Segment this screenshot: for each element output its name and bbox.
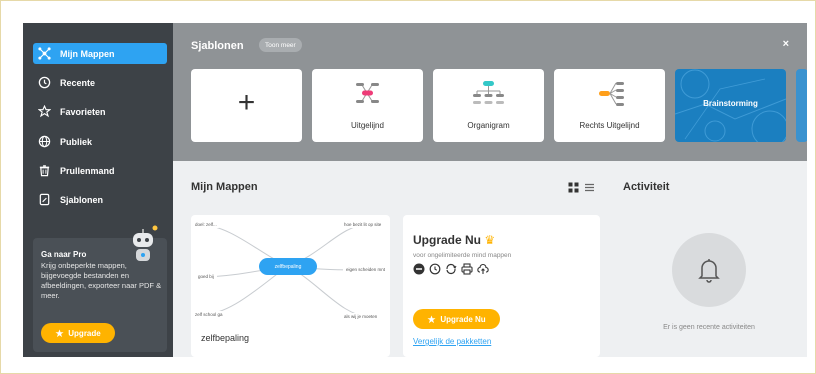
sidebar-item-recente[interactable]: Recente: [33, 72, 167, 93]
template-card-organigram[interactable]: Organigram: [433, 69, 544, 142]
my-maps-title: Mijn Mappen: [191, 181, 258, 193]
cloud-upload-icon: [477, 264, 489, 274]
compare-plans-link[interactable]: Vergelijk de pakketten: [413, 337, 491, 346]
star-icon: [427, 314, 436, 323]
upgrade-card: Upgrade Nu ♛ voor ongelimiteerde mind ma…: [403, 215, 600, 357]
map-node: doel: zelf...: [192, 221, 220, 228]
map-node: als wij je moeten: [341, 313, 381, 320]
template-card-label: Rechts Uitgelijnd: [579, 121, 640, 130]
sidebar-item-label: Sjablonen: [60, 194, 104, 205]
templates-title: Sjablonen: [191, 40, 244, 52]
sidebar-item-label: Favorieten: [60, 106, 106, 117]
template-card-label: Organigram: [467, 121, 510, 130]
map-node: eigen scheiden mnt: [343, 266, 389, 273]
activity-title: Activiteit: [623, 181, 670, 193]
bell-icon: [698, 259, 720, 283]
plus-icon: +: [237, 86, 256, 119]
template-card-brainstorming[interactable]: Brainstorming: [675, 69, 786, 142]
centered-map-icon: [356, 83, 379, 103]
sidebar-item-label: Publiek: [60, 136, 93, 147]
sidebar-item-sjablonen[interactable]: Sjablonen: [33, 189, 167, 210]
star-icon: [37, 105, 51, 119]
template-card-rechts-uitgelijnd[interactable]: Rechts Uitgelijnd: [554, 69, 665, 142]
map-preview: doel: zelf... hoe bezit lit op site zelf…: [191, 215, 390, 327]
sidebar-upgrade-label: Upgrade: [68, 328, 101, 338]
right-aligned-map-icon: [599, 82, 624, 106]
templates-panel: Sjablonen Toon meer × + Uitgelijnd Organ…: [173, 23, 807, 161]
map-center-node: zelfbepaling: [259, 258, 317, 275]
sidebar: Mijn Mappen Recente Favorieten Publiek P…: [23, 23, 173, 357]
template-card-new[interactable]: +: [191, 69, 302, 142]
history-icon: [429, 263, 441, 275]
trash-icon: [37, 164, 51, 178]
template-card-label: Brainstorming: [703, 99, 758, 108]
map-node: goed bij: [195, 273, 217, 280]
map-node: hoe bezit lit op site: [341, 221, 385, 228]
map-card-title: zelfbepaling: [201, 333, 250, 343]
sidebar-upgrade-button[interactable]: Upgrade: [41, 323, 115, 343]
mindmap-icon: [37, 47, 51, 61]
screenshot-frame: Mijn Mappen Recente Favorieten Publiek P…: [0, 0, 816, 374]
go-pro-title: Ga naar Pro: [41, 250, 87, 259]
crown-icon: ♛: [484, 233, 496, 247]
pdf-icon: [413, 263, 425, 275]
upgrade-now-button[interactable]: Upgrade Nu: [413, 309, 500, 329]
app-window: Mijn Mappen Recente Favorieten Publiek P…: [23, 23, 807, 357]
globe-icon: [37, 135, 51, 149]
sidebar-item-favorieten[interactable]: Favorieten: [33, 101, 167, 122]
star-icon: [55, 328, 64, 337]
template-card-uitgelijnd[interactable]: Uitgelijnd: [312, 69, 423, 142]
sidebar-item-publiek[interactable]: Publiek: [33, 131, 167, 152]
sync-icon: [446, 263, 457, 275]
print-icon: [461, 263, 473, 275]
template-card-partial[interactable]: [796, 69, 807, 142]
upgrade-title: Upgrade Nu ♛: [413, 233, 495, 247]
sidebar-item-mijn-mappen[interactable]: Mijn Mappen: [33, 43, 167, 64]
sidebar-item-label: Mijn Mappen: [60, 48, 115, 59]
view-toggle: [568, 182, 598, 194]
map-card[interactable]: doel: zelf... hoe bezit lit op site zelf…: [191, 215, 390, 357]
template-icon: [37, 193, 51, 207]
feature-icons: [413, 263, 489, 275]
robot-mascot-icon: [133, 225, 158, 261]
show-more-button[interactable]: Toon meer: [259, 38, 302, 52]
go-pro-text: Krijg onbeperkte mappen, bijgevoegde bes…: [41, 261, 162, 300]
grid-view-icon[interactable]: [568, 182, 579, 193]
upgrade-now-label: Upgrade Nu: [440, 314, 486, 324]
sidebar-item-label: Prullenmand: [60, 165, 115, 176]
upgrade-subtitle: voor ongelimiteerde mind mappen: [413, 252, 512, 259]
sidebar-item-label: Recente: [60, 77, 96, 88]
close-icon[interactable]: ×: [783, 38, 789, 50]
template-card-label: Uitgelijnd: [351, 121, 384, 130]
sidebar-item-prullenmand[interactable]: Prullenmand: [33, 160, 167, 181]
upgrade-title-text: Upgrade Nu: [413, 233, 482, 247]
clock-icon: [37, 76, 51, 90]
activity-empty-text: Er is geen recente activiteiten: [663, 324, 755, 331]
list-view-icon[interactable]: [584, 182, 595, 193]
org-chart-icon: [473, 81, 504, 104]
activity-empty-illustration: [672, 233, 746, 307]
map-node: zelf school ga: [192, 311, 226, 318]
